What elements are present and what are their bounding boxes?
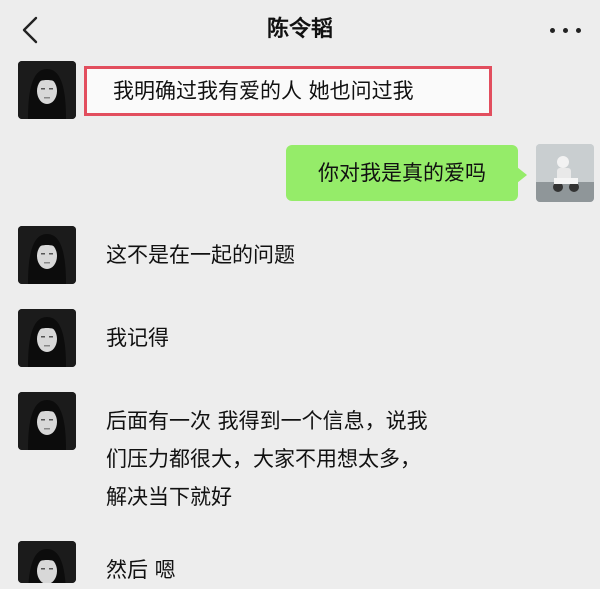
chat-header: 陈令韬 xyxy=(0,0,600,60)
self-photo-image xyxy=(536,144,594,202)
self-avatar[interactable] xyxy=(536,144,594,202)
highlighted-message[interactable]: 我明确过我有爱的人 她也问过我 xyxy=(84,66,492,116)
message-line: 后面有一次 我得到一个信息，说我 xyxy=(106,409,428,433)
more-button[interactable] xyxy=(546,14,586,46)
message-text: 你对我是真的爱吗 xyxy=(318,161,486,185)
portrait-image xyxy=(18,392,76,450)
contact-avatar[interactable] xyxy=(18,226,76,284)
received-message[interactable]: 这不是在一起的问题 xyxy=(106,236,295,274)
back-button[interactable] xyxy=(14,12,50,48)
portrait-image xyxy=(18,61,76,119)
contact-avatar[interactable] xyxy=(18,61,76,119)
message-text: 我记得 xyxy=(106,326,169,350)
sent-message-bubble[interactable]: 你对我是真的爱吗 xyxy=(286,145,527,201)
portrait-image xyxy=(18,309,76,367)
message-line: 们压力都很大，大家不用想太多， xyxy=(106,447,421,471)
message-text: 然后 嗯 xyxy=(106,558,176,582)
chevron-left-icon xyxy=(22,16,38,44)
received-message[interactable]: 我记得 xyxy=(106,319,169,357)
received-message[interactable]: 然后 嗯 xyxy=(106,551,176,589)
message-line: 解决当下就好 xyxy=(106,485,232,509)
received-message[interactable]: 后面有一次 我得到一个信息，说我 们压力都很大，大家不用想太多， 解决当下就好 xyxy=(106,402,428,516)
portrait-image xyxy=(18,226,76,284)
message-text: 我明确过我有爱的人 她也问过我 xyxy=(113,79,414,103)
chat-title: 陈令韬 xyxy=(266,17,333,42)
portrait-image xyxy=(18,541,76,583)
contact-avatar[interactable] xyxy=(18,309,76,367)
contact-avatar[interactable] xyxy=(18,541,76,583)
more-dots-icon xyxy=(550,28,555,33)
contact-avatar[interactable] xyxy=(18,392,76,450)
message-text: 这不是在一起的问题 xyxy=(106,243,295,267)
